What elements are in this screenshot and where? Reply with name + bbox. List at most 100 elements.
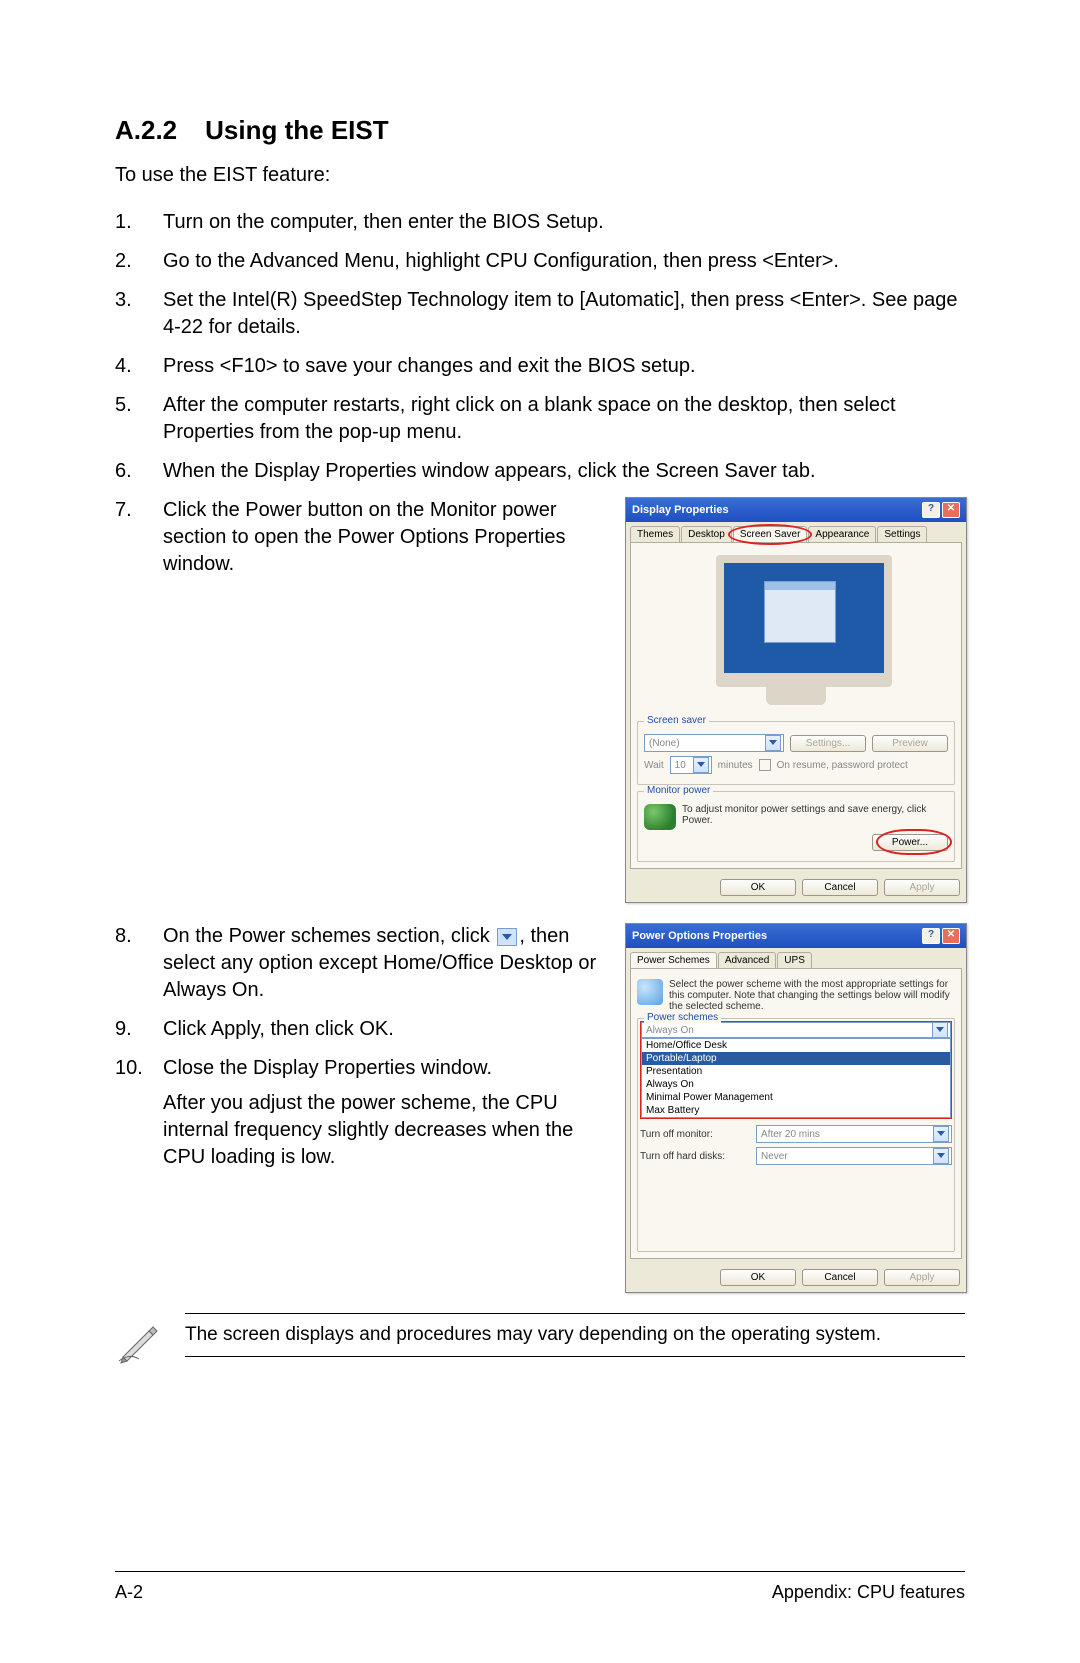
tab-desktop[interactable]: Desktop	[681, 526, 732, 542]
tab-power-schemes[interactable]: Power Schemes	[630, 952, 717, 968]
spinner-icon	[693, 757, 709, 773]
wait-stepper[interactable]: 10	[670, 756, 712, 774]
step-text: Close the Display Properties window. Aft…	[163, 1055, 605, 1171]
chevron-down-icon	[765, 735, 781, 751]
tab-body: Screen saver (None) Settings... Preview …	[630, 542, 962, 869]
steps-list: 1.Turn on the computer, then enter the B…	[115, 209, 965, 485]
turn-off-hd-select[interactable]: Never	[756, 1147, 952, 1165]
step-text: Set the Intel(R) SpeedStep Technology it…	[163, 287, 965, 341]
ok-button[interactable]: OK	[720, 879, 796, 896]
titlebar[interactable]: Power Options Properties ? ✕	[626, 924, 966, 948]
dialog-title: Display Properties	[632, 504, 729, 516]
monitor-power-group: Monitor power To adjust monitor power se…	[637, 791, 955, 862]
resume-checkbox[interactable]	[759, 759, 771, 771]
step-number: 5.	[115, 392, 163, 446]
step-text: Go to the Advanced Menu, highlight CPU C…	[163, 248, 965, 275]
apply-button[interactable]: Apply	[884, 1269, 960, 1286]
power-schemes-group: Power schemes Always On Home/Office Desk…	[637, 1018, 955, 1252]
chevron-down-icon	[933, 1148, 949, 1164]
dialog-button-bar: OK Cancel Apply	[626, 873, 966, 902]
wait-unit: minutes	[718, 760, 753, 771]
screensaver-group: Screen saver (None) Settings... Preview …	[637, 721, 955, 785]
tab-strip: Themes Desktop Screen Saver Appearance S…	[626, 522, 966, 542]
chevron-down-icon	[933, 1126, 949, 1142]
dropdown-arrow-icon	[497, 928, 517, 946]
monitor-screen-icon	[716, 555, 892, 687]
step-after-note: After you adjust the power scheme, the C…	[163, 1090, 605, 1171]
step-text: Click the Power button on the Monitor po…	[163, 497, 605, 578]
list-item[interactable]: Minimal Power Management	[642, 1091, 950, 1104]
step-text: After the computer restarts, right click…	[163, 392, 965, 446]
step-number: 9.	[115, 1016, 163, 1043]
step-text: When the Display Properties window appea…	[163, 458, 965, 485]
list-item[interactable]: Presentation	[642, 1065, 950, 1078]
power-scheme-listbox[interactable]: Home/Office Desk Portable/Laptop Present…	[641, 1038, 951, 1118]
help-icon[interactable]: ?	[922, 502, 940, 518]
close-icon[interactable]: ✕	[942, 928, 960, 944]
resume-label: On resume, password protect	[777, 760, 908, 771]
help-icon[interactable]: ?	[922, 928, 940, 944]
power-options-dialog: Power Options Properties ? ✕ Power Schem…	[625, 923, 967, 1293]
monitor-power-text: To adjust monitor power settings and sav…	[682, 804, 948, 826]
step-number: 8.	[115, 923, 163, 1004]
ok-button[interactable]: OK	[720, 1269, 796, 1286]
wait-label: Wait	[644, 760, 664, 771]
steps-list: 8. On the Power schemes section, click ,…	[115, 923, 605, 1171]
settings-button[interactable]: Settings...	[790, 735, 866, 752]
preview-button[interactable]: Preview	[872, 735, 948, 752]
step-text: Click Apply, then click OK.	[163, 1016, 605, 1043]
step-number: 7.	[115, 497, 163, 578]
page-number: A-2	[115, 1582, 143, 1603]
page-footer: A-2 Appendix: CPU features	[115, 1571, 965, 1603]
step-number: 2.	[115, 248, 163, 275]
dialog-title: Power Options Properties	[632, 930, 767, 942]
list-item[interactable]: Always On	[642, 1078, 950, 1091]
group-legend: Power schemes	[644, 1012, 721, 1023]
energy-star-icon	[644, 804, 676, 830]
tab-screen-saver[interactable]: Screen Saver	[733, 526, 808, 542]
pencil-note-icon	[115, 1313, 185, 1371]
tab-settings[interactable]: Settings	[877, 526, 927, 542]
power-scheme-description: Select the power scheme with the most ap…	[669, 979, 955, 1012]
section-heading: A.2.2 Using the EIST	[115, 115, 965, 146]
turn-off-monitor-label: Turn off monitor:	[640, 1129, 750, 1140]
close-icon[interactable]: ✕	[942, 502, 960, 518]
power-scheme-icon	[637, 979, 663, 1005]
power-scheme-select[interactable]: Always On	[641, 1022, 951, 1038]
monitor-preview	[637, 549, 955, 715]
list-item[interactable]: Max Battery	[642, 1104, 950, 1117]
note-text: The screen displays and procedures may v…	[185, 1313, 965, 1357]
step-number: 10.	[115, 1055, 163, 1171]
section-title: Using the EIST	[205, 115, 388, 145]
footer-title: Appendix: CPU features	[772, 1582, 965, 1603]
note-block: The screen displays and procedures may v…	[115, 1313, 965, 1371]
step-number: 1.	[115, 209, 163, 236]
step-text: Press <F10> to save your changes and exi…	[163, 353, 965, 380]
section-number: A.2.2	[115, 115, 177, 145]
cancel-button[interactable]: Cancel	[802, 879, 878, 896]
tab-appearance[interactable]: Appearance	[808, 526, 876, 542]
cancel-button[interactable]: Cancel	[802, 1269, 878, 1286]
tab-advanced[interactable]: Advanced	[718, 952, 776, 968]
titlebar[interactable]: Display Properties ? ✕	[626, 498, 966, 522]
tab-strip: Power Schemes Advanced UPS	[626, 948, 966, 968]
chevron-down-icon	[932, 1022, 948, 1038]
list-item[interactable]: Portable/Laptop	[642, 1052, 950, 1065]
tab-themes[interactable]: Themes	[630, 526, 680, 542]
turn-off-hd-label: Turn off hard disks:	[640, 1151, 750, 1162]
power-button[interactable]: Power...	[872, 834, 948, 851]
step-number: 3.	[115, 287, 163, 341]
steps-list: 7.Click the Power button on the Monitor …	[115, 497, 605, 578]
display-properties-dialog: Display Properties ? ✕ Themes Desktop Sc…	[625, 497, 967, 903]
apply-button[interactable]: Apply	[884, 879, 960, 896]
step-text: On the Power schemes section, click , th…	[163, 923, 605, 1004]
tab-ups[interactable]: UPS	[777, 952, 812, 968]
tab-body: Select the power scheme with the most ap…	[630, 968, 962, 1259]
list-item[interactable]: Home/Office Desk	[642, 1039, 950, 1052]
page: A.2.2 Using the EIST To use the EIST feat…	[0, 0, 1080, 1663]
intro-text: To use the EIST feature:	[115, 164, 965, 187]
screensaver-select[interactable]: (None)	[644, 734, 784, 752]
step-number: 4.	[115, 353, 163, 380]
turn-off-monitor-select[interactable]: After 20 mins	[756, 1125, 952, 1143]
step-number: 6.	[115, 458, 163, 485]
